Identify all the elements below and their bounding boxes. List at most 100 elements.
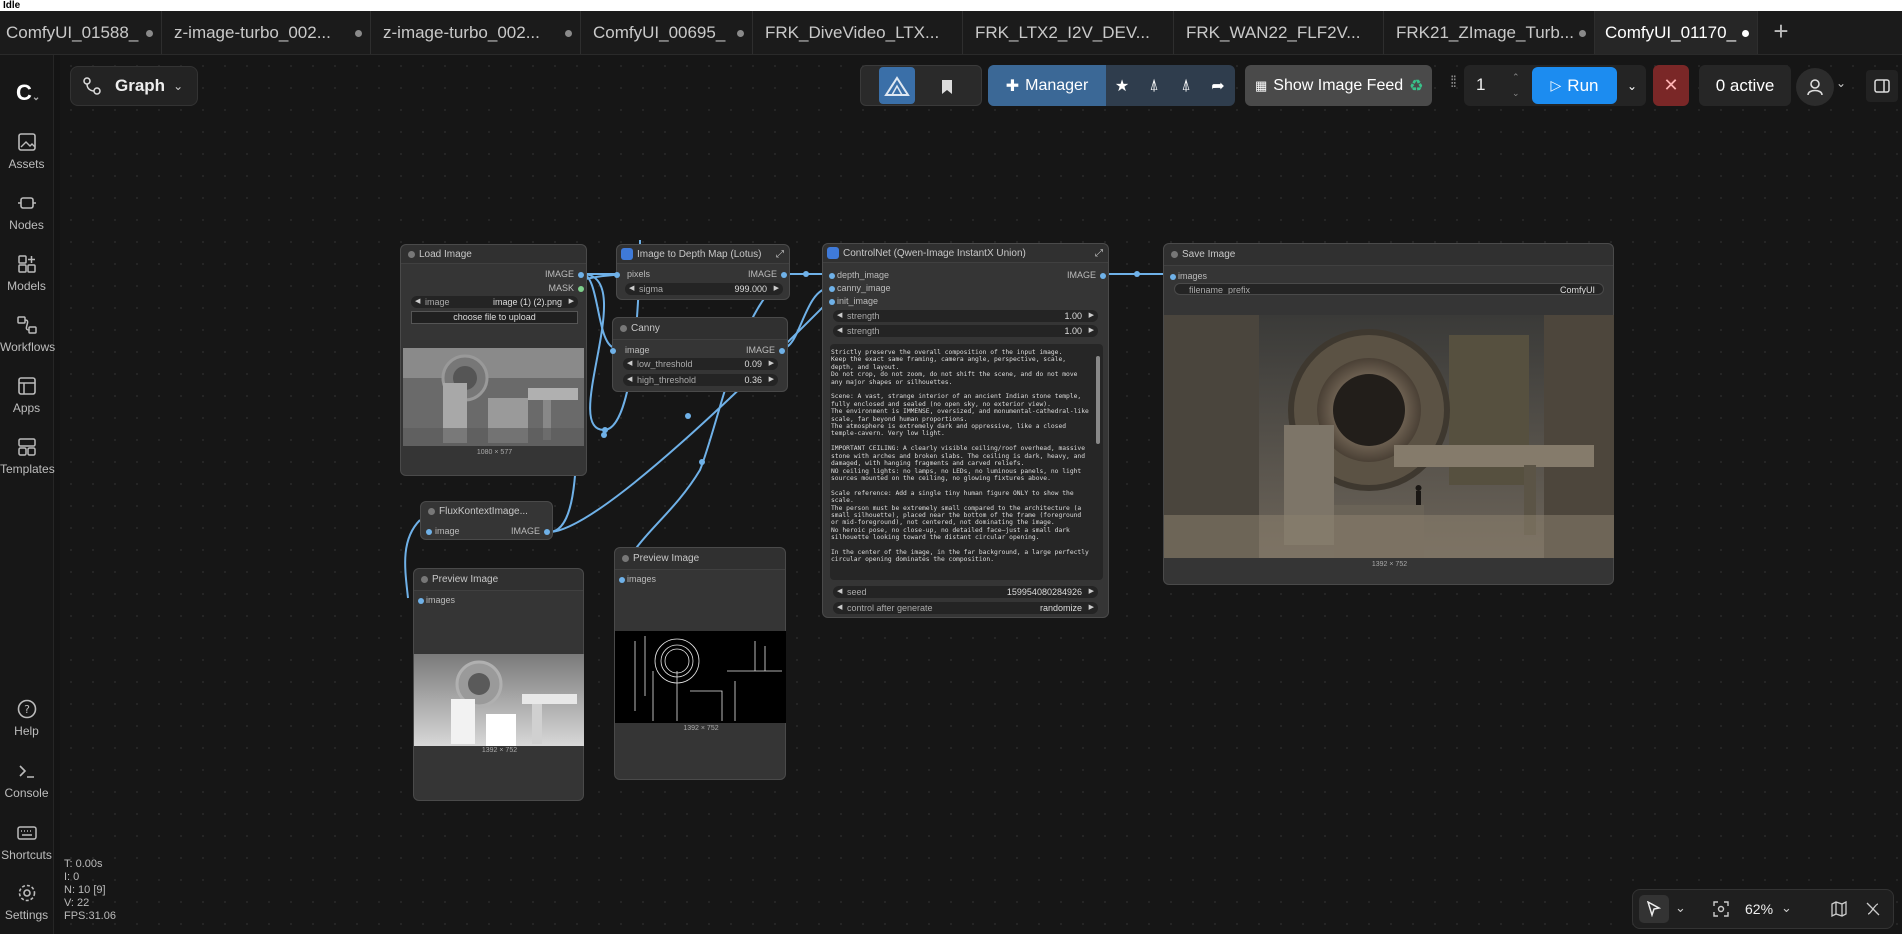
- user-icon: [1807, 79, 1823, 96]
- run-options-button[interactable]: ⌄: [1619, 65, 1645, 106]
- sidebar-item-workflows[interactable]: Workflows: [0, 314, 55, 354]
- node-preview-image[interactable]: Preview Image images 1392 × 752: [413, 568, 584, 801]
- upload-button[interactable]: choose file to upload: [411, 311, 578, 324]
- strength-widget[interactable]: ◀ strength 1.00 ▶: [833, 325, 1098, 337]
- active-queue-button[interactable]: 0 active: [1699, 65, 1791, 106]
- stat-time: T: 0.00s: [64, 858, 103, 870]
- output-socket[interactable]: [578, 272, 584, 278]
- graph-mode-button[interactable]: Graph ⌄: [70, 66, 198, 106]
- node-title[interactable]: Save Image: [1164, 244, 1613, 266]
- sidebar-item-nodes[interactable]: Nodes: [0, 192, 53, 232]
- images-icon: ▦: [1255, 77, 1268, 93]
- collapse-dot[interactable]: [421, 576, 428, 583]
- input-socket[interactable]: [829, 273, 835, 279]
- input-socket[interactable]: [610, 348, 616, 354]
- widget-value: 0.36: [744, 375, 762, 385]
- node-title-text: ControlNet (Qwen-Image InstantX Union): [843, 248, 1026, 259]
- output-socket[interactable]: [779, 348, 785, 354]
- widget-label: seed: [847, 587, 867, 597]
- input-depth-label: depth_image: [837, 270, 890, 280]
- filename-prefix-widget[interactable]: filename_prefix ComfyUI: [1174, 283, 1604, 295]
- node-title[interactable]: Image to Depth Map (Lotus) ⤢: [617, 245, 789, 264]
- node-title[interactable]: Preview Image: [414, 569, 583, 591]
- node-title[interactable]: FluxKontextImage...: [421, 502, 552, 521]
- control-after-generate-widget[interactable]: ◀ control after generate randomize ▶: [833, 602, 1098, 614]
- star-button[interactable]: ★: [1106, 65, 1138, 106]
- fit-view-button[interactable]: [1713, 901, 1729, 922]
- node-title-text: Save Image: [1182, 249, 1236, 260]
- widget-value: ComfyUI: [1559, 285, 1595, 295]
- sidebar-item-shortcuts[interactable]: Shortcuts: [0, 822, 53, 862]
- sidebar-item-templates[interactable]: Templates: [0, 436, 55, 476]
- widget-value: 0.09: [744, 359, 762, 369]
- image-select-widget[interactable]: ◀ image image (1) (2).png ▶: [411, 296, 578, 308]
- node-preview-image[interactable]: Preview Image images 1392 × 752: [614, 547, 786, 780]
- sidebar-item-models[interactable]: Models: [0, 253, 53, 293]
- sidebar-item-label: Nodes: [9, 218, 44, 232]
- node-canny[interactable]: Canny image IMAGE ◀ low_threshold 0.09 ▶ ◀ h…: [610, 317, 788, 392]
- node-title[interactable]: Load Image: [401, 245, 586, 264]
- collapse-dot[interactable]: [408, 251, 415, 258]
- high-threshold-widget[interactable]: ◀ high_threshold 0.36 ▶: [623, 374, 778, 386]
- model-b-button[interactable]: ⍋: [1170, 65, 1202, 106]
- chevron-down-icon[interactable]: ⌄: [1836, 76, 1846, 90]
- input-socket[interactable]: [614, 272, 620, 278]
- expand-icon[interactable]: ⤢: [776, 245, 784, 263]
- sidebar-item-assets[interactable]: Assets: [0, 131, 53, 171]
- sigma-widget[interactable]: ◀ sigma 999.000 ▶: [625, 283, 783, 295]
- stop-button[interactable]: ✕: [1653, 65, 1689, 106]
- output-socket[interactable]: [544, 529, 550, 535]
- run-button[interactable]: ▷ Run: [1532, 67, 1617, 104]
- sidebar-item-help[interactable]: ? Help: [0, 698, 53, 738]
- chevron-down-icon[interactable]: ⌄: [1675, 900, 1686, 916]
- zoom-level[interactable]: 62%: [1745, 901, 1773, 917]
- seed-widget[interactable]: ◀ seed 159954080284926 ▶: [833, 586, 1098, 598]
- low-threshold-widget[interactable]: ◀ low_threshold 0.09 ▶: [623, 358, 778, 370]
- sidebar-item-settings[interactable]: Settings: [0, 882, 53, 922]
- input-socket[interactable]: [418, 598, 424, 604]
- expand-icon[interactable]: ⤢: [1095, 244, 1103, 262]
- logo-extension-button[interactable]: [879, 67, 915, 104]
- node-title[interactable]: Canny: [613, 318, 787, 340]
- show-image-feed-button[interactable]: ▦ Show Image Feed ♻: [1245, 65, 1432, 106]
- node-title[interactable]: Preview Image: [615, 548, 785, 570]
- queue-stepper[interactable]: ⌃ ⌄: [1512, 69, 1520, 101]
- node-title[interactable]: ControlNet (Qwen-Image InstantX Union) ⤢: [823, 244, 1108, 263]
- output-socket[interactable]: [781, 272, 787, 278]
- minimap-button[interactable]: [1831, 900, 1847, 922]
- sidebar-item-apps[interactable]: Apps: [0, 375, 53, 415]
- manager-button[interactable]: ✚ Manager: [988, 65, 1106, 106]
- comfy-logo-icon[interactable]: C⌄: [16, 80, 40, 106]
- chevron-down-icon[interactable]: ⌄: [1781, 900, 1792, 916]
- input-socket[interactable]: [1170, 274, 1176, 280]
- input-socket[interactable]: [619, 577, 625, 583]
- select-tool-button[interactable]: [1639, 895, 1669, 923]
- input-socket[interactable]: [829, 299, 835, 305]
- input-socket[interactable]: [426, 529, 432, 535]
- output-socket[interactable]: [1100, 273, 1106, 279]
- prompt-scrollbar[interactable]: [1096, 356, 1100, 444]
- output-socket[interactable]: [578, 286, 584, 292]
- sidebar-item-console[interactable]: Console: [0, 760, 53, 800]
- hide-links-button[interactable]: [1865, 901, 1881, 922]
- collapse-dot[interactable]: [1171, 251, 1178, 258]
- node-load-image[interactable]: Load Image IMAGE MASK ◀ image image (1) (2…: [400, 244, 587, 476]
- prompt-textarea[interactable]: Strictly preserve the overall compositio…: [831, 349, 1089, 579]
- node-save-image[interactable]: Save Image images filename_prefix ComfyUI…: [1163, 243, 1614, 585]
- toggle-panel-button[interactable]: [1866, 70, 1898, 102]
- node-flux-kontext[interactable]: FluxKontextImage... image IMAGE: [420, 501, 553, 540]
- input-socket[interactable]: [829, 286, 835, 292]
- model-a-button[interactable]: ⍋: [1138, 65, 1170, 106]
- node-depth-map[interactable]: Image to Depth Map (Lotus) ⤢ pixels IMAGE…: [614, 244, 790, 300]
- share-button[interactable]: ➦: [1202, 65, 1234, 106]
- collapse-dot[interactable]: [620, 325, 627, 332]
- strength-widget[interactable]: ◀ strength 1.00 ▶: [833, 310, 1098, 322]
- widget-value: randomize: [1039, 603, 1082, 613]
- collapse-dot[interactable]: [622, 555, 629, 562]
- queue-count-input[interactable]: 1: [1476, 75, 1485, 95]
- collapse-dot[interactable]: [428, 508, 435, 515]
- drag-handle-icon[interactable]: ⁞⁞: [1450, 74, 1457, 92]
- bookmark-button[interactable]: [927, 66, 967, 107]
- user-avatar-button[interactable]: [1796, 68, 1834, 106]
- apps-icon: [17, 377, 36, 395]
